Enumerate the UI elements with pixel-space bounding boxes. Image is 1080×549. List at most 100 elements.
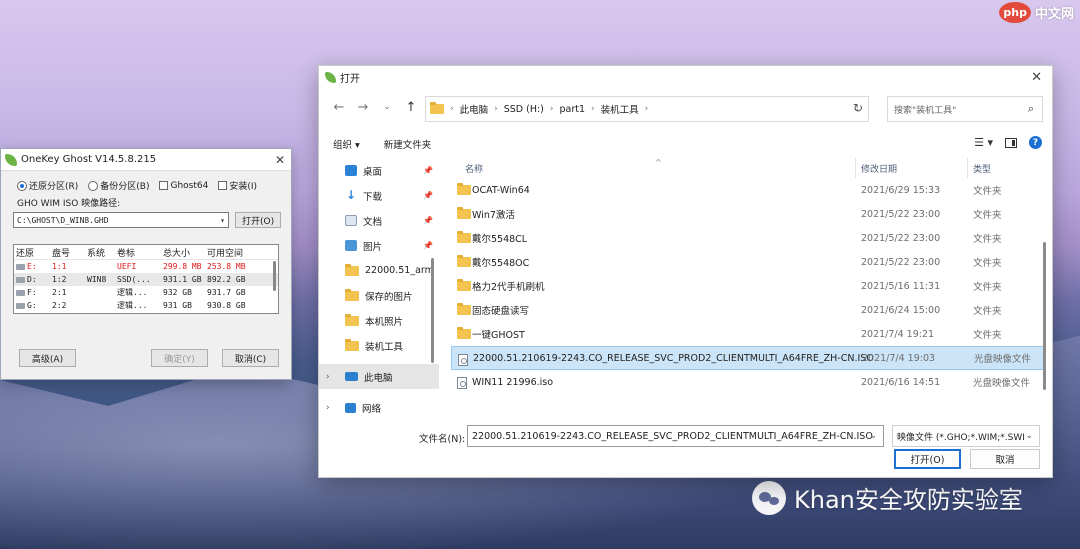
file-list: 名称 ^ 修改日期 类型 OCAT-Win64 2021/6/29 15:33 … <box>451 158 1046 414</box>
watermark-text: Khan安全攻防实验室 <box>794 486 1023 514</box>
filetype-value: 映像文件 (*.GHO;*.WIM;*.SWI <box>897 432 1025 443</box>
ok-button[interactable]: 确定(Y) <box>151 349 208 367</box>
image-path-value: C:\GHOST\D_WIN8.GHD <box>17 215 109 225</box>
table-row[interactable]: E: 1:1 UEFI 299.8 MB 253.8 MB <box>14 260 278 273</box>
help-icon[interactable]: ? <box>1029 136 1042 149</box>
list-item[interactable]: Win7激活 2021/5/22 23:00 文件夹 <box>451 202 1046 226</box>
sidebar-item-desktop[interactable]: 桌面 📌 <box>319 158 439 183</box>
install-label: 安装(I) <box>229 182 258 192</box>
address-bar[interactable]: › 此电脑 › SSD (H:) › part1 › 装机工具 › ⌄ <box>425 96 869 122</box>
file-date: 2021/6/16 14:51 <box>861 376 941 388</box>
navigation-pane: 桌面 📌 ↓ 下载 📌 文档 📌 图片 📌 22000.51_arm 保存的图片 <box>319 158 439 414</box>
list-item[interactable]: 一键GHOST 2021/7/4 19:21 文件夹 <box>451 322 1046 346</box>
breadcrumb-item[interactable]: SSD (H:) <box>504 104 544 115</box>
sidebar-item-network[interactable]: › 网络 <box>319 395 439 414</box>
sidebar-item-saved-pictures[interactable]: 保存的图片 <box>319 283 439 308</box>
list-item[interactable]: 戴尔5548OC 2021/5/22 23:00 文件夹 <box>451 250 1046 274</box>
chevron-right-icon: › <box>450 104 454 114</box>
volume-label: 逻辑... <box>117 301 148 310</box>
list-item[interactable]: WIN11 21996.iso 2021/6/16 14:51 光盘映像文件 <box>451 370 1046 394</box>
breadcrumb-item[interactable]: 此电脑 <box>460 102 489 116</box>
col-system: 系统 <box>87 248 106 259</box>
folder-icon <box>457 279 471 291</box>
drive-letter: E: <box>16 262 52 271</box>
list-item-selected[interactable]: 22000.51.210619-2243.CO_RELEASE_SVC_PROD… <box>451 346 1046 370</box>
close-icon[interactable]: ✕ <box>1031 70 1042 85</box>
organize-button[interactable]: 组织 ▾ <box>333 137 360 151</box>
sidebar-item-documents[interactable]: 文档 📌 <box>319 208 439 233</box>
sidebar-item-install-tools[interactable]: 装机工具 <box>319 333 439 358</box>
refresh-icon[interactable]: ↻ <box>853 101 863 115</box>
filetype-select[interactable]: 映像文件 (*.GHO;*.WIM;*.SWI ⌄ <box>892 425 1040 447</box>
breadcrumb-item[interactable]: 装机工具 <box>601 102 639 116</box>
column-name[interactable]: 名称 <box>465 162 483 175</box>
folder-icon <box>457 327 471 339</box>
up-arrow-icon[interactable]: ↑ <box>399 100 423 115</box>
list-item[interactable]: OCAT-Win64 2021/6/29 15:33 文件夹 <box>451 178 1046 202</box>
backup-radio[interactable]: 备份分区(B) <box>88 179 149 192</box>
advanced-button[interactable]: 高级(A) <box>19 349 76 367</box>
file-name: 戴尔5548CL <box>472 234 528 245</box>
column-divider[interactable] <box>855 158 856 178</box>
total-size: 931.1 GB <box>163 275 202 284</box>
search-input[interactable]: 搜索"装机工具" ⌕ <box>887 96 1043 122</box>
chevron-right-icon[interactable]: › <box>326 403 330 413</box>
restore-label: 还原分区(R) <box>29 182 79 192</box>
drive-icon <box>16 302 25 309</box>
table-row[interactable]: F: 2:1 逻辑... 932 GB 931.7 GB <box>14 286 278 299</box>
breadcrumb-item[interactable]: part1 <box>560 104 586 115</box>
list-item[interactable]: 戴尔5548CL 2021/5/22 23:00 文件夹 <box>451 226 1046 250</box>
column-divider[interactable] <box>967 158 968 178</box>
restore-radio[interactable]: 还原分区(R) <box>17 179 78 192</box>
filename-input[interactable]: 22000.51.210619-2243.CO_RELEASE_SVC_PROD… <box>467 425 884 447</box>
system: WIN8 <box>87 275 107 284</box>
install-checkbox[interactable]: 安装(I) <box>218 179 257 192</box>
forward-arrow-icon[interactable]: → <box>351 100 375 115</box>
table-scrollbar[interactable] <box>273 261 276 291</box>
file-date: 2021/7/4 19:21 <box>861 328 935 340</box>
close-icon[interactable]: ✕ <box>275 153 285 167</box>
sidebar-item-label: 桌面 <box>363 166 383 178</box>
pin-icon: 📌 <box>423 241 433 250</box>
sidebar-item-camera-roll[interactable]: 本机照片 <box>319 308 439 333</box>
table-row[interactable]: G: 2:2 逻辑... 931 GB 930.8 GB <box>14 299 278 312</box>
sidebar-scrollbar[interactable] <box>431 258 434 363</box>
folder-icon <box>457 255 471 267</box>
chevron-down-icon[interactable]: ⌄ <box>375 102 399 112</box>
cancel-button[interactable]: 取消 <box>970 449 1040 469</box>
preview-pane-icon[interactable] <box>1005 137 1017 148</box>
new-folder-button[interactable]: 新建文件夹 <box>384 137 432 151</box>
ghost-open-button[interactable]: 打开(O) <box>235 212 282 228</box>
col-label: 卷标 <box>117 248 136 259</box>
sidebar-item-22000-arm[interactable]: 22000.51_arm <box>319 258 439 283</box>
back-arrow-icon[interactable]: ← <box>327 100 351 115</box>
brand-text: 中文网 <box>1034 7 1074 22</box>
sidebar-item-downloads[interactable]: ↓ 下载 📌 <box>319 183 439 208</box>
table-row[interactable]: D: 1:2 WIN8 SSD(... 931.1 GB 892.2 GB <box>14 273 278 286</box>
disk-number: 2:2 <box>52 301 67 310</box>
sidebar-item-this-pc[interactable]: › 此电脑 <box>319 364 439 389</box>
image-path-row: C:\GHOST\D_WIN8.GHD ▾ 打开(O) <box>1 209 291 228</box>
ghost-cancel-button[interactable]: 取消(C) <box>222 349 279 367</box>
sidebar-item-label: 22000.51_arm <box>365 265 434 276</box>
wechat-icon <box>752 480 786 515</box>
ghost64-checkbox[interactable]: Ghost64 <box>159 179 208 192</box>
chevron-down-icon[interactable]: ⌄ <box>869 431 877 441</box>
file-name: Win7激活 <box>472 210 515 221</box>
column-date[interactable]: 修改日期 <box>861 162 897 175</box>
pin-icon: 📌 <box>423 166 433 175</box>
file-list-scrollbar[interactable] <box>1043 242 1046 390</box>
chevron-right-icon[interactable]: › <box>326 372 330 382</box>
chevron-down-icon: ▾ <box>220 215 225 225</box>
list-item[interactable]: 格力2代手机刷机 2021/5/16 11:31 文件夹 <box>451 274 1046 298</box>
sort-ascending-icon: ^ <box>655 158 662 167</box>
sidebar-item-pictures[interactable]: 图片 📌 <box>319 233 439 258</box>
image-path-select[interactable]: C:\GHOST\D_WIN8.GHD ▾ <box>13 212 229 228</box>
view-options-icon[interactable]: ☰ ▾ <box>974 136 993 149</box>
file-type: 光盘映像文件 <box>974 354 1032 365</box>
list-item[interactable]: 固态硬盘读写 2021/6/24 15:00 文件夹 <box>451 298 1046 322</box>
column-type[interactable]: 类型 <box>973 162 991 175</box>
disk-number: 1:1 <box>52 262 67 271</box>
download-icon: ↓ <box>345 188 357 202</box>
open-button[interactable]: 打开(O) <box>894 449 961 469</box>
